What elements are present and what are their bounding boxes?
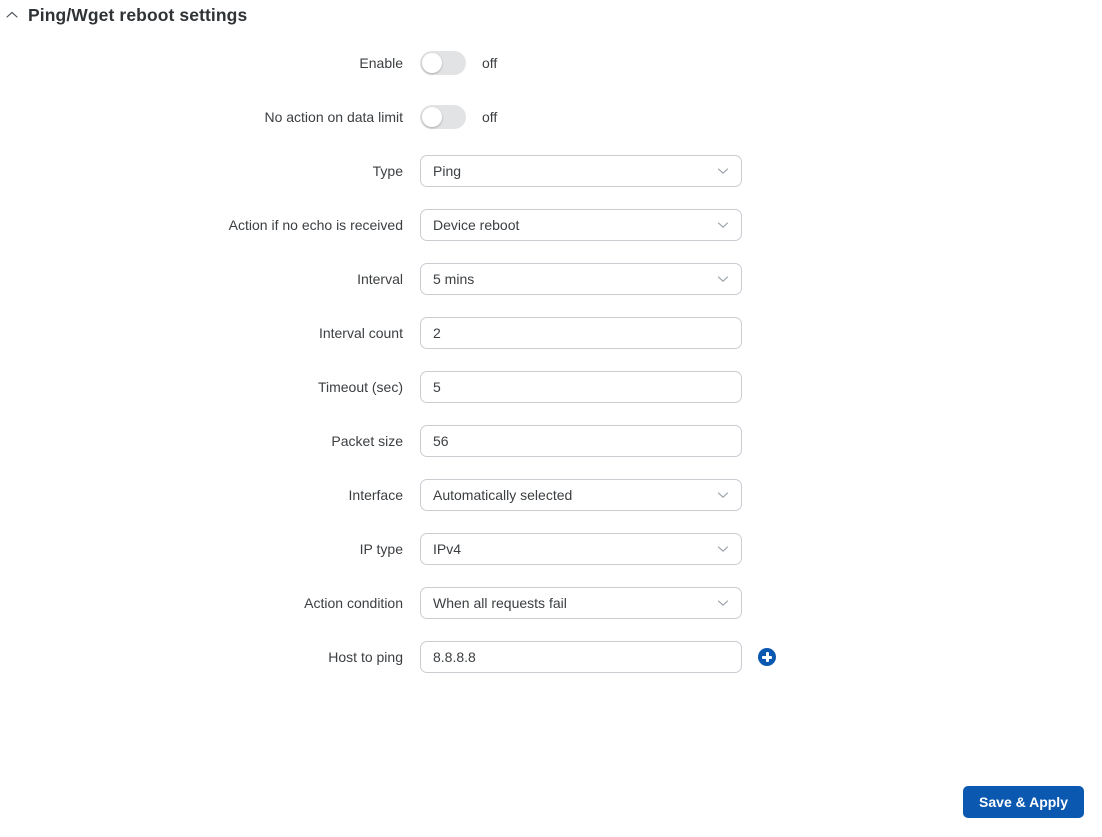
chevron-down-icon — [716, 218, 730, 232]
field-row-interval-count: Interval count 2 — [0, 317, 1102, 349]
label-interval: Interval — [357, 271, 403, 287]
select-type[interactable]: Ping — [420, 155, 742, 187]
select-ip-type[interactable]: IPv4 — [420, 533, 742, 565]
input-timeout-value: 5 — [433, 379, 441, 395]
control-action-if-no-echo: Device reboot — [420, 209, 742, 241]
toggle-knob — [422, 107, 442, 127]
field-row-action-condition: Action condition When all requests fail — [0, 587, 1102, 619]
section-header[interactable]: Ping/Wget reboot settings — [0, 0, 1102, 28]
field-row-enable: Enable off — [0, 47, 1102, 79]
select-action-condition[interactable]: When all requests fail — [420, 587, 742, 619]
settings-form: Enable off No action on data limit off T… — [0, 47, 1102, 673]
field-row-no-action-on-data-limit: No action on data limit off — [0, 101, 1102, 133]
label-action-if-no-echo: Action if no echo is received — [228, 217, 403, 233]
page-title: Ping/Wget reboot settings — [28, 5, 248, 25]
field-row-interface: Interface Automatically selected — [0, 479, 1102, 511]
control-type: Ping — [420, 155, 742, 187]
toggle-state-enable: off — [482, 55, 498, 71]
chevron-up-icon[interactable] — [5, 8, 19, 22]
input-packet-size-value: 56 — [433, 433, 449, 449]
control-interval: 5 mins — [420, 263, 742, 295]
control-interface: Automatically selected — [420, 479, 742, 511]
label-type: Type — [372, 163, 403, 179]
input-host-to-ping[interactable]: 8.8.8.8 — [420, 641, 742, 673]
control-host-to-ping: 8.8.8.8 — [420, 641, 776, 673]
label-packet-size: Packet size — [331, 433, 403, 449]
label-interface: Interface — [348, 487, 403, 503]
chevron-down-icon — [716, 542, 730, 556]
label-ip-type: IP type — [359, 541, 403, 557]
label-enable: Enable — [359, 55, 403, 71]
input-timeout[interactable]: 5 — [420, 371, 742, 403]
footer-actions: Save & Apply — [963, 786, 1084, 818]
select-type-value: Ping — [433, 163, 462, 179]
control-action-condition: When all requests fail — [420, 587, 742, 619]
input-packet-size[interactable]: 56 — [420, 425, 742, 457]
settings-page: Ping/Wget reboot settings Enable off No … — [0, 0, 1102, 837]
chevron-down-icon — [716, 596, 730, 610]
add-host-button[interactable] — [758, 648, 776, 666]
control-no-action-on-data-limit: off — [420, 105, 497, 129]
field-row-type: Type Ping — [0, 155, 1102, 187]
control-ip-type: IPv4 — [420, 533, 742, 565]
toggle-no-action-on-data-limit[interactable] — [420, 105, 466, 129]
field-row-host-to-ping: Host to ping 8.8.8.8 — [0, 641, 1102, 673]
select-interface-value: Automatically selected — [433, 487, 573, 503]
select-interface[interactable]: Automatically selected — [420, 479, 742, 511]
control-enable: off — [420, 51, 497, 75]
label-no-action-on-data-limit: No action on data limit — [264, 109, 403, 125]
field-row-packet-size: Packet size 56 — [0, 425, 1102, 457]
chevron-down-icon — [716, 272, 730, 286]
chevron-down-icon — [716, 488, 730, 502]
control-interval-count: 2 — [420, 317, 742, 349]
label-action-condition: Action condition — [304, 595, 403, 611]
select-ip-type-value: IPv4 — [433, 541, 462, 557]
select-action-if-no-echo-value: Device reboot — [433, 217, 520, 233]
input-interval-count[interactable]: 2 — [420, 317, 742, 349]
save-and-apply-button[interactable]: Save & Apply — [963, 786, 1084, 818]
control-packet-size: 56 — [420, 425, 742, 457]
field-row-ip-type: IP type IPv4 — [0, 533, 1102, 565]
toggle-state-no-action-on-data-limit: off — [482, 109, 498, 125]
toggle-knob — [422, 53, 442, 73]
select-interval-value: 5 mins — [433, 271, 475, 287]
control-timeout: 5 — [420, 371, 742, 403]
input-host-to-ping-value: 8.8.8.8 — [433, 649, 476, 665]
select-action-if-no-echo[interactable]: Device reboot — [420, 209, 742, 241]
label-timeout: Timeout (sec) — [317, 379, 403, 395]
label-interval-count: Interval count — [318, 325, 403, 341]
field-row-timeout: Timeout (sec) 5 — [0, 371, 1102, 403]
label-host-to-ping: Host to ping — [328, 649, 403, 665]
select-interval[interactable]: 5 mins — [420, 263, 742, 295]
field-row-interval: Interval 5 mins — [0, 263, 1102, 295]
field-row-action-if-no-echo: Action if no echo is received Device reb… — [0, 209, 1102, 241]
toggle-enable[interactable] — [420, 51, 466, 75]
input-interval-count-value: 2 — [433, 325, 441, 341]
chevron-down-icon — [716, 164, 730, 178]
select-action-condition-value: When all requests fail — [433, 595, 567, 611]
